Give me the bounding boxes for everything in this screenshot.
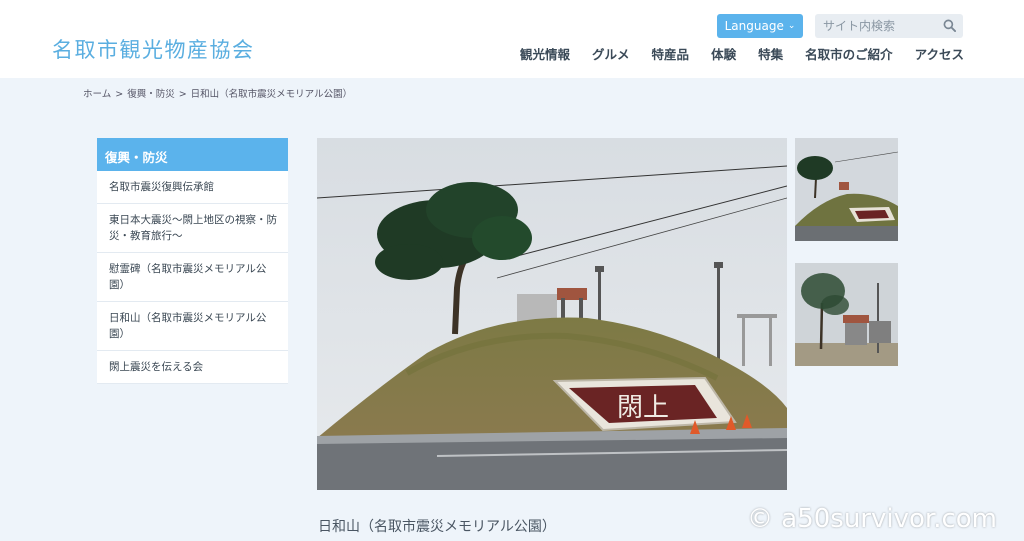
site-header: 名取市観光物産協会 Language ⌄ 観光情報 グルメ 特産品 体験 特集 … [0, 0, 1024, 78]
breadcrumb: ホーム > 復興・防災 > 日和山（名取市震災メモリアル公園） [83, 89, 353, 100]
sidebar-item-shisatsu[interactable]: 東日本大震災～閖上地区の視察・防災・教育旅行～ [97, 204, 288, 253]
main-photo: 閖上 [317, 138, 787, 490]
site-search [815, 14, 963, 38]
chevron-down-icon: ⌄ [787, 21, 796, 31]
search-input[interactable] [823, 17, 941, 35]
nav-gourmet[interactable]: グルメ [592, 44, 630, 63]
nav-taiken[interactable]: 体験 [711, 44, 736, 63]
nav-kanko[interactable]: 観光情報 [520, 44, 570, 63]
sign-text: 閖上 [617, 393, 669, 423]
breadcrumb-current: 日和山（名取市震災メモリアル公園） [190, 89, 353, 100]
nav-natori-intro[interactable]: 名取市のご紹介 [805, 44, 893, 63]
photo-caption: 日和山（名取市震災メモリアル公園） [318, 519, 556, 535]
site-logo[interactable]: 名取市観光物産協会 [52, 34, 255, 64]
hiyoriyama-photo: 閖上 [317, 138, 787, 490]
nav-tokusanhin[interactable]: 特産品 [652, 44, 690, 63]
language-button[interactable]: Language ⌄ [717, 14, 803, 38]
breadcrumb-fukko[interactable]: 復興・防災 [127, 89, 175, 100]
search-icon[interactable] [943, 19, 956, 32]
sidebar-item-ireihi[interactable]: 慰霊碑（名取市震災メモリアル公園） [97, 253, 288, 302]
thumbnail-1[interactable] [795, 138, 898, 241]
thumbnail-photo-2 [795, 263, 898, 366]
sidebar-item-denshokan[interactable]: 名取市震災復興伝承館 [97, 171, 288, 204]
nav-tokushu[interactable]: 特集 [758, 44, 783, 63]
main-nav: 観光情報 グルメ 特産品 体験 特集 名取市のご紹介 アクセス [520, 44, 964, 63]
thumbnail-2[interactable] [795, 263, 898, 366]
language-label: Language [724, 19, 784, 33]
nav-access[interactable]: アクセス [915, 44, 964, 63]
breadcrumb-home[interactable]: ホーム [83, 89, 111, 100]
sidebar-heading[interactable]: 復興・防災 [97, 138, 288, 171]
sidebar-item-hiyoriyama[interactable]: 日和山（名取市震災メモリアル公園） [97, 302, 288, 351]
sidebar: 復興・防災 名取市震災復興伝承館 東日本大震災～閖上地区の視察・防災・教育旅行～… [97, 138, 288, 384]
thumbnail-photo-1 [795, 138, 898, 241]
watermark: © a50survivor.com [747, 504, 997, 534]
sidebar-item-tsutaeru-kai[interactable]: 閖上震災を伝える会 [97, 351, 288, 384]
